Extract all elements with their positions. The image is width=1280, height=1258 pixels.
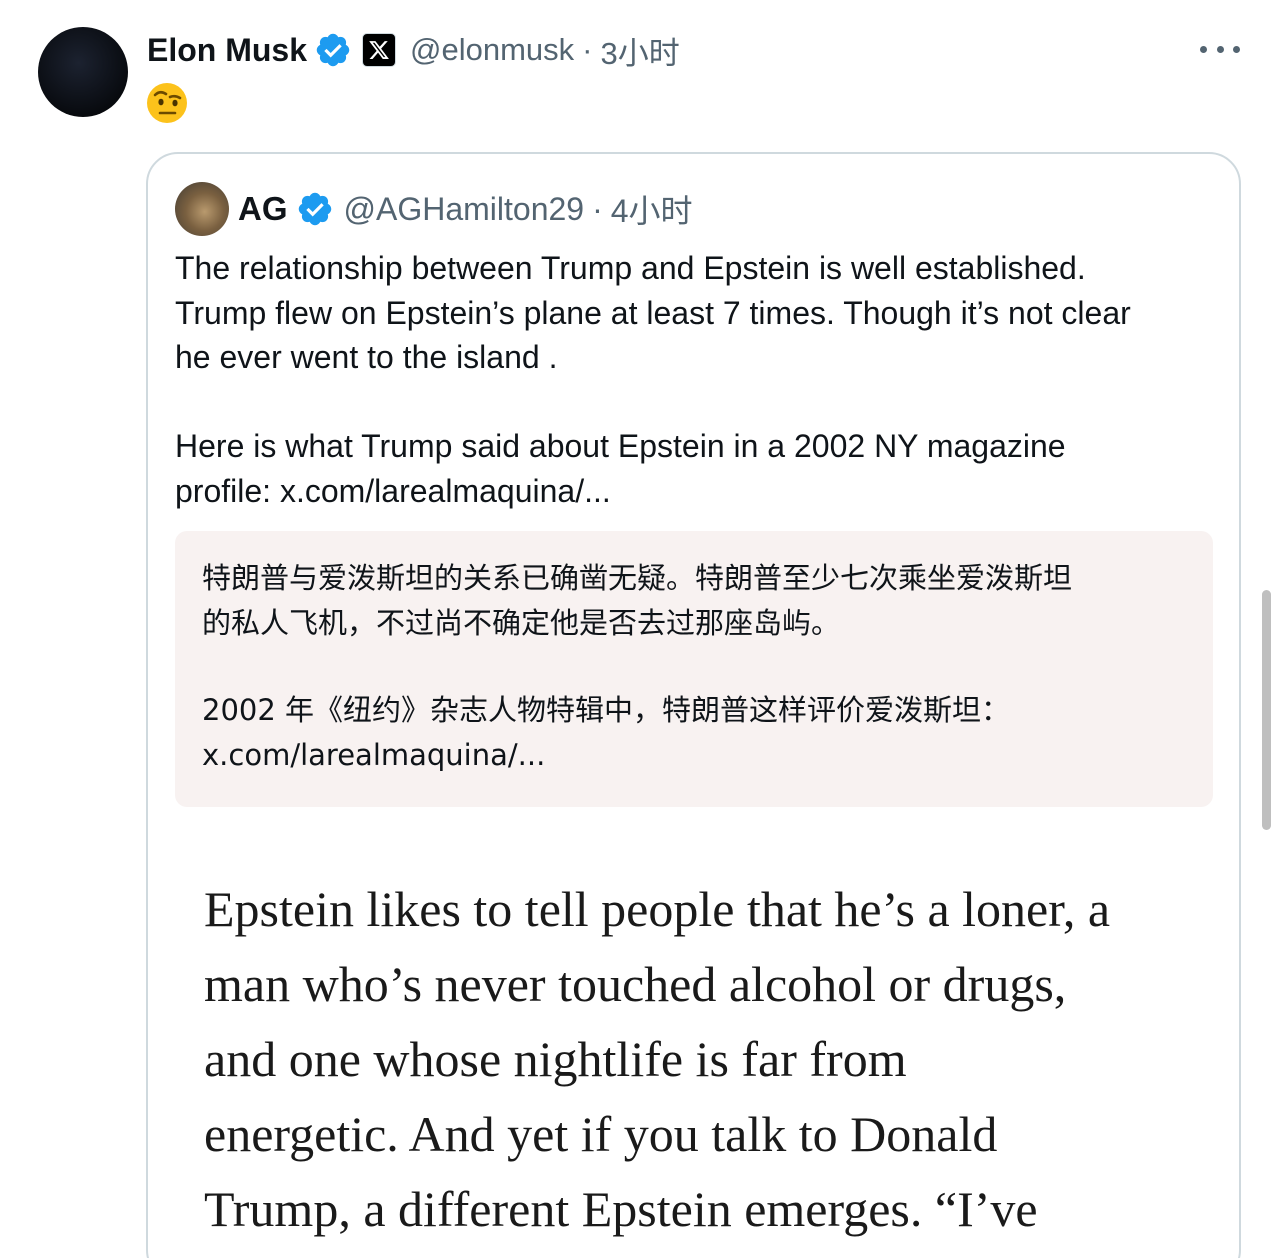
text-line: Trump flew on Epstein’s plane at least 7… (175, 294, 1131, 331)
quoted-tweet-card[interactable]: AG @AGHamilton29 · 4小时 The relationship … (146, 152, 1241, 1258)
avatar[interactable] (38, 27, 128, 117)
article-line: energetic. And yet if you talk to Donald (204, 1106, 998, 1162)
tweet-page: Elon Musk @elonmusk · 3小时 AG @AGHamilton… (0, 0, 1280, 1258)
x-logo-icon (362, 33, 397, 67)
text-line: Here is what Trump said about Epstein in… (175, 428, 1066, 464)
quoted-timestamp[interactable]: 4小时 (611, 186, 693, 232)
verified-badge-icon (296, 190, 334, 228)
separator-dot: · (592, 190, 603, 227)
quoted-author-name[interactable]: AG (238, 190, 288, 228)
translation-line: 特朗普与爱泼斯坦的关系已确凿无疑。特朗普至少七次乘坐爱泼斯坦 (202, 561, 1073, 595)
article-line: man who’s never touched alcohol or drugs… (204, 956, 1067, 1012)
quoted-avatar[interactable] (175, 182, 229, 236)
separator-dot: · (582, 32, 593, 67)
scrollbar[interactable] (1262, 590, 1271, 830)
text-line-with-link[interactable]: profile: x.com/larealmaquina/... (175, 469, 1225, 514)
translation-line: 2002 年《纽约》杂志人物特辑中，特朗普这样评价爱泼斯坦： (202, 693, 1011, 727)
quoted-tweet-header: AG @AGHamilton29 · 4小时 (175, 181, 693, 237)
author-handle[interactable]: @elonmusk (410, 32, 574, 68)
tweet-header: Elon Musk @elonmusk · 3小时 (147, 28, 680, 72)
translation-link[interactable]: x.com/larealmaquina/... (202, 733, 1186, 778)
article-line: and one whose nightlife is far from (204, 1031, 907, 1087)
text-line: he ever went to the island . (175, 339, 558, 375)
raised-eyebrow-emoji-icon (146, 82, 188, 124)
translation-box: 特朗普与爱泼斯坦的关系已确凿无疑。特朗普至少七次乘坐爱泼斯坦 的私人飞机，不过尚… (175, 531, 1213, 807)
verified-badge-icon (314, 31, 352, 69)
author-name[interactable]: Elon Musk (147, 32, 307, 69)
translation-line: 的私人飞机，不过尚不确定他是否去过那座岛屿。 (202, 606, 841, 640)
timestamp[interactable]: 3小时 (601, 28, 680, 73)
quoted-author-handle[interactable]: @AGHamilton29 (344, 191, 585, 228)
quoted-tweet-text: The relationship between Trump and Epste… (175, 246, 1225, 513)
text-line: The relationship between Trump and Epste… (175, 250, 1086, 286)
more-options-icon[interactable] (1200, 34, 1240, 64)
article-line: Epstein likes to tell people that he’s a… (204, 881, 1111, 937)
article-line: Trump, a different Epstein emerges. “I’v… (204, 1181, 1038, 1237)
attached-article-image[interactable]: Epstein likes to tell people that he’s a… (204, 872, 1224, 1247)
